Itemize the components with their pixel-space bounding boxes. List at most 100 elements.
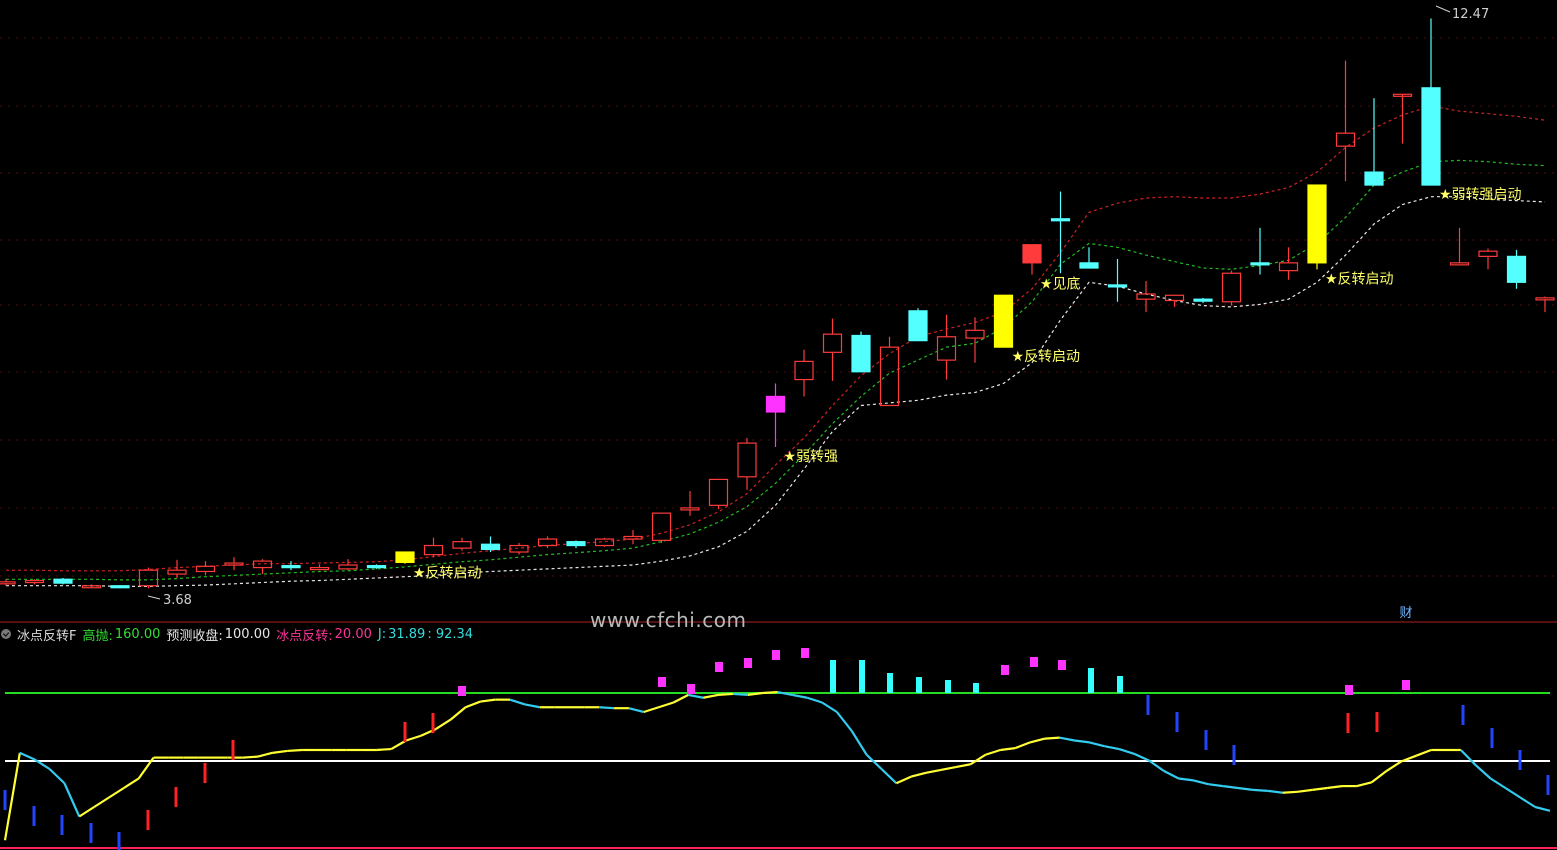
indicator-name[interactable]: 冰点反转F: [17, 625, 76, 644]
candle-body: [1449, 262, 1470, 266]
j-line-segment: [1327, 785, 1343, 790]
signal-label: ★反转启动: [1012, 349, 1081, 365]
stock-chart-window: ★反转启动 ★弱转强 ★反转启动 ★见底 ★反转启动 ★弱转强启动 12.47 3.68 ww…: [0, 0, 1557, 850]
j-line-segment: [405, 734, 422, 742]
kline-chart[interactable]: ★反转启动 ★弱转强 ★反转启动 ★见底 ★反转启动 ★弱转强启动 12.47 3.68: [0, 0, 1557, 850]
indicator-bar: [1345, 685, 1353, 695]
indicator-bar: [1088, 668, 1094, 693]
candle-body: [281, 565, 301, 569]
j-line-segment: [1118, 748, 1135, 755]
candle-body: [224, 562, 244, 566]
price-high-label: 12.47: [1452, 7, 1489, 22]
candle-body: [1022, 244, 1042, 264]
indicator-bar: [1058, 660, 1066, 670]
candle-body: [509, 544, 529, 553]
indicator-bar: [887, 673, 893, 693]
indicator-bar: [772, 650, 780, 660]
j-line-segment: [1208, 783, 1224, 788]
j-line-segment: [688, 693, 704, 699]
j-line-segment: [48, 768, 66, 785]
candle-body: [1221, 272, 1242, 303]
candle-body: [1193, 298, 1213, 302]
indicator-bar: [744, 658, 752, 668]
candle-body: [167, 569, 187, 575]
j-line-segment: [925, 768, 942, 774]
j-line-segment: [1014, 741, 1031, 750]
candle-body: [252, 560, 273, 569]
j-line-segment: [1089, 741, 1105, 748]
j-line-segment: [1059, 736, 1075, 742]
candle-body: [110, 585, 130, 589]
finance-icon[interactable]: 财: [1397, 605, 1415, 623]
ma-red-line: [6, 105, 1546, 572]
indicator-bar: [916, 677, 922, 693]
j-line-segment: [1074, 739, 1090, 744]
j-line-segment: [1223, 785, 1239, 790]
candle-body: [908, 310, 928, 342]
candle-body: [0, 581, 16, 585]
indicator-bar: [1402, 680, 1410, 690]
signal-label: ★见底: [1040, 277, 1081, 293]
j-line-segment: [792, 693, 808, 699]
yuce-label: 预测收盘:: [166, 628, 223, 644]
j-line-segment: [673, 693, 689, 704]
j-line-segment: [703, 693, 719, 699]
j-line-segment: [850, 730, 868, 756]
candle-body: [138, 569, 159, 587]
candle-body: [936, 336, 957, 361]
j-line-segment: [1029, 737, 1046, 744]
j-line-segment: [718, 692, 734, 696]
j-line-segment: [895, 775, 912, 785]
j-line-segment: [1104, 745, 1120, 751]
j-line-segment: [643, 706, 659, 714]
candle-body: [737, 442, 757, 478]
j-line-segment: [93, 796, 110, 808]
j-line-segment: [1356, 781, 1373, 788]
candle-body: [1364, 171, 1384, 186]
candle-body: [1050, 218, 1071, 222]
j-line-segment: [242, 755, 258, 759]
bingdian-value: 20.00: [334, 626, 372, 642]
candle-body: [566, 541, 586, 547]
candle-body: [395, 551, 415, 563]
indicator-header: 冰点反转F 高抛: 160.00 预测收盘: 100.00 冰点反转: 20.0…: [0, 624, 479, 644]
watermark-text: www.cfchi.com: [590, 608, 747, 632]
candle-body: [1107, 284, 1128, 288]
j-line-segment: [108, 787, 125, 799]
signal-label: ★反转启动: [1325, 271, 1394, 287]
candle-body: [965, 329, 985, 339]
indicator-bar: [715, 662, 723, 672]
indicator-bar: [658, 677, 666, 687]
j-line-segment: [1193, 779, 1209, 786]
indicator-bar: [801, 648, 809, 658]
candle-body: [680, 507, 700, 511]
candle-body: [708, 478, 729, 506]
j-line-segment: [509, 698, 526, 706]
j-line-segment: [880, 768, 898, 785]
j-line-segment: [658, 701, 674, 709]
signal-label: ★弱转强: [784, 449, 839, 465]
j-line-segment: [1148, 759, 1165, 772]
candle-body: [24, 579, 45, 584]
check-circle-icon[interactable]: [1, 629, 11, 639]
j-line-segment: [1312, 786, 1328, 791]
candle-body: [851, 334, 871, 373]
j-line-segment: [1282, 790, 1298, 794]
j-line-segment: [1133, 752, 1150, 762]
j-line-segment: [1237, 786, 1254, 791]
j-line-segment: [1252, 788, 1268, 792]
candle-body: [480, 543, 501, 551]
j-line-segment: [940, 766, 956, 772]
indicator-bar: [687, 684, 695, 694]
candle-body: [651, 512, 672, 541]
j-line-segment: [465, 700, 481, 709]
gaopao-label: 高抛:: [82, 628, 113, 644]
j-line-segment: [3, 752, 21, 841]
candle-body: [1250, 262, 1270, 266]
j-label: J:: [377, 626, 387, 642]
j-line-segment: [762, 690, 778, 695]
candle-body: [594, 538, 615, 547]
j-line-segment: [910, 771, 927, 778]
j-line-segment: [1000, 747, 1016, 752]
j-line-segment: [821, 701, 838, 713]
